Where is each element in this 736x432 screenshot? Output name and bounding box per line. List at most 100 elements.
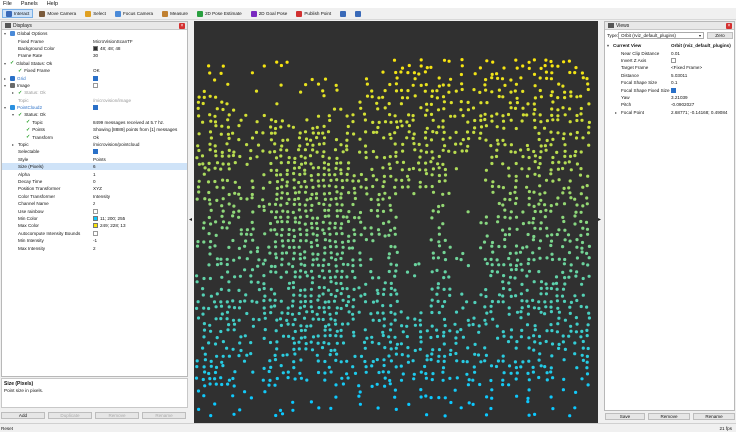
display-row-frame-rate[interactable]: Frame Rate 30 xyxy=(2,52,187,59)
expand-arrow-icon[interactable]: ▸ xyxy=(615,110,619,115)
display-row-status-ok[interactable]: ▸ ✓ Status: Ok xyxy=(2,89,187,96)
row-value[interactable]: /microvision/image xyxy=(93,97,131,104)
display-row-max-intensity[interactable]: Max Intensity 2 xyxy=(2,244,187,251)
rename-display-button[interactable]: Rename xyxy=(142,412,186,419)
duplicate-display-button[interactable]: Duplicate xyxy=(48,412,92,419)
display-row-global-options[interactable]: ▾ Global Options xyxy=(2,30,187,37)
row-value[interactable] xyxy=(93,207,98,214)
view-row-pitch[interactable]: Pitch -0.0902027 xyxy=(605,101,734,108)
menu-file[interactable]: File xyxy=(3,1,12,7)
row-value[interactable]: z xyxy=(93,200,95,207)
display-row-use-rainbow[interactable]: Use rainbow xyxy=(2,207,187,214)
2d-goal-pose-tool[interactable]: 2D Goal Pose xyxy=(248,9,291,18)
display-row-color-transformer[interactable]: Color Transformer Intensity xyxy=(2,193,187,200)
expand-arrow-icon[interactable]: ▾ xyxy=(607,43,611,48)
view-row-focal-point[interactable]: ▸ Focal Point 2.68771; -0.14168; 0.49084 xyxy=(605,109,734,116)
display-row-style[interactable]: Style Points xyxy=(2,156,187,163)
row-value[interactable] xyxy=(93,82,98,89)
row-value[interactable] xyxy=(671,57,676,64)
display-row-fixed-frame[interactable]: ✓ Fixed Frame OK xyxy=(2,67,187,74)
display-row-global-status-ok[interactable]: ▾ ✓ Global Status: Ok xyxy=(2,60,187,67)
display-row-pointcloud2[interactable]: ▾ PointCloud2 xyxy=(2,104,187,111)
expand-arrow-icon[interactable]: ▾ xyxy=(4,83,8,88)
row-value[interactable] xyxy=(671,86,676,93)
color-swatch[interactable] xyxy=(93,45,98,51)
row-value[interactable]: OK xyxy=(93,67,100,74)
rename-view-button[interactable]: Rename xyxy=(693,413,735,420)
row-value[interactable]: 3.21039 xyxy=(671,94,688,101)
row-value[interactable]: XYZ xyxy=(93,185,102,192)
view-row-focal-shape-fixed-size[interactable]: Focal Shape Fixed Size xyxy=(605,86,734,93)
view-row-near-clip-distance[interactable]: Near Clip Distance 0.01 xyxy=(605,49,734,56)
row-value[interactable]: 1 xyxy=(93,170,96,177)
remove-view-button[interactable]: Remove xyxy=(648,413,690,420)
display-row-autocompute-intensity-bounds[interactable]: Autocompute Intensity Bounds xyxy=(2,230,187,237)
display-row-points[interactable]: ✓ Points Showing [8889] points from [1] me… xyxy=(2,126,187,133)
row-value[interactable]: 5.03011 xyxy=(671,72,687,79)
zero-button[interactable]: Zero xyxy=(707,32,733,39)
menu-panels[interactable]: Panels xyxy=(21,1,38,7)
display-row-channel-name[interactable]: Channel Name z xyxy=(2,200,187,207)
display-row-decay-time[interactable]: Decay Time 0 xyxy=(2,178,187,185)
row-value[interactable]: 0.01 xyxy=(671,49,680,56)
row-value[interactable]: Showing [8889] points from [1] messages xyxy=(93,126,177,133)
row-value[interactable]: 249; 228; 13 xyxy=(93,222,126,229)
row-value[interactable]: 8499 messages received at 5.7 hz. xyxy=(93,119,164,126)
row-value[interactable] xyxy=(93,104,98,111)
row-value[interactable]: -1 xyxy=(93,237,97,244)
publish-point-tool[interactable]: Publish Point xyxy=(293,9,334,18)
row-value[interactable]: Intensity xyxy=(93,193,110,200)
row-value[interactable]: 11; 200; 255 xyxy=(93,215,125,222)
color-swatch[interactable] xyxy=(93,215,98,221)
display-row-topic[interactable]: ✓ Topic 8499 messages received at 5.7 hz. xyxy=(2,119,187,126)
display-row-status-ok[interactable]: ▾ ✓ Status: Ok xyxy=(2,111,187,118)
display-row-transform[interactable]: ✓ Transform Ok xyxy=(2,133,187,140)
row-value[interactable] xyxy=(93,74,98,81)
display-row-size-pixels[interactable]: Size (Pixels) 6 xyxy=(2,163,187,171)
row-value[interactable]: 2 xyxy=(93,244,96,251)
close-icon[interactable]: × xyxy=(726,23,732,29)
row-value[interactable]: 30 xyxy=(93,52,98,59)
add-display-button[interactable]: Add xyxy=(1,412,45,419)
row-value[interactable]: 48; 48; 48 xyxy=(93,45,120,52)
expand-arrow-icon[interactable]: ▾ xyxy=(4,61,8,66)
row-value[interactable]: 0.1 xyxy=(671,79,677,86)
row-value[interactable]: Ok xyxy=(93,133,99,140)
row-value[interactable]: 6 xyxy=(93,163,96,170)
move-camera-tool[interactable]: Move Camera xyxy=(36,9,79,18)
view-row-distance[interactable]: Distance 5.03011 xyxy=(605,72,734,79)
view-row-invert-z-axis[interactable]: Invert Z Axis xyxy=(605,57,734,64)
current-view-header[interactable]: ▾ Current View Orbit (rviz_default_plugin… xyxy=(605,42,734,49)
display-row-min-intensity[interactable]: Min Intensity -1 xyxy=(2,237,187,244)
2d-pose-estimate-tool[interactable]: 2D Pose Estimate xyxy=(194,9,245,18)
collapse-left-arrow[interactable]: ◂ xyxy=(188,216,193,226)
expand-arrow-icon[interactable]: ▾ xyxy=(4,31,8,36)
checkbox[interactable] xyxy=(93,149,98,155)
expand-arrow-icon[interactable]: ▸ xyxy=(4,76,8,81)
display-row-max-color[interactable]: Max Color 249; 228; 13 xyxy=(2,222,187,229)
display-row-image[interactable]: ▾ Image xyxy=(2,82,187,89)
row-value[interactable]: 2.68771; -0.14168; 0.49084 xyxy=(671,109,727,116)
crosshair-tool[interactable] xyxy=(337,9,349,18)
display-row-topic[interactable]: Topic/microvision/image xyxy=(2,97,187,104)
row-value[interactable]: -0.0902027 xyxy=(671,101,694,108)
display-row-background-color[interactable]: Background Color 48; 48; 48 xyxy=(2,45,187,52)
close-icon[interactable]: × xyxy=(179,23,185,29)
expand-arrow-icon[interactable]: ▾ xyxy=(12,112,16,117)
row-value[interactable]: Points xyxy=(93,156,106,163)
3d-viewport[interactable] xyxy=(194,21,598,423)
color-swatch[interactable] xyxy=(93,223,98,229)
checkbox[interactable] xyxy=(671,57,676,63)
measure-tool[interactable]: Measure xyxy=(159,9,191,18)
display-row-grid[interactable]: ▸ Grid xyxy=(2,74,187,81)
interact-tool[interactable]: Interact xyxy=(2,9,34,18)
display-row-fixed-frame[interactable]: Fixed Frame MicroVisionScanTF xyxy=(2,37,187,44)
remove-display-button[interactable]: Remove xyxy=(95,412,139,419)
expand-arrow-icon[interactable]: ▾ xyxy=(4,105,8,110)
display-row-min-color[interactable]: Min Color 11; 200; 255 xyxy=(2,215,187,222)
checkbox[interactable] xyxy=(93,230,98,236)
checkbox[interactable] xyxy=(93,82,98,88)
display-row-selectable[interactable]: Selectable xyxy=(2,148,187,155)
view-type-select[interactable]: Orbit (rviz_default_plugins) ▾ xyxy=(618,32,704,39)
checkbox[interactable] xyxy=(93,208,98,214)
